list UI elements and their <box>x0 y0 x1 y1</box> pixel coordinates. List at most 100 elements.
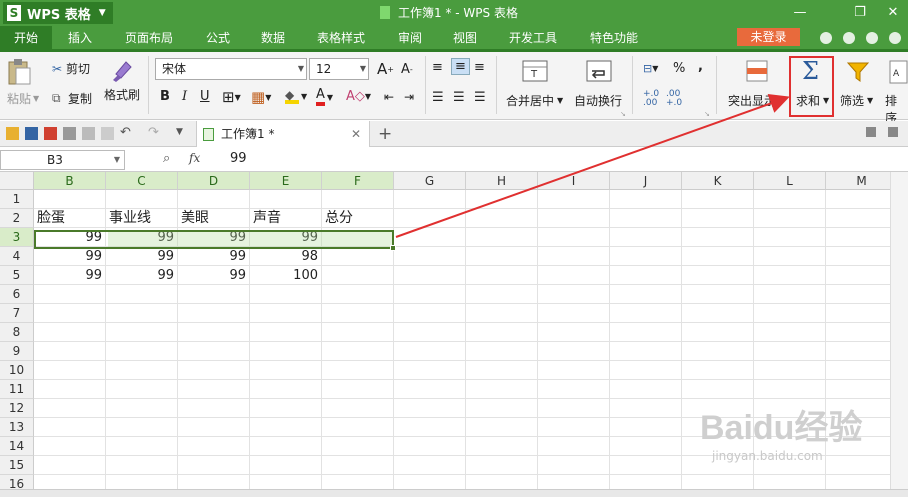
align-middle-icon[interactable]: ≡ <box>451 58 470 75</box>
align-top-icon[interactable]: ≡ <box>432 60 443 75</box>
cell-d13[interactable] <box>178 418 250 437</box>
cell-d8[interactable] <box>178 323 250 342</box>
cell-d10[interactable] <box>178 361 250 380</box>
column-header-b[interactable]: B <box>34 172 106 190</box>
cell-h1[interactable] <box>466 190 538 209</box>
cell-h8[interactable] <box>466 323 538 342</box>
cell-h11[interactable] <box>466 380 538 399</box>
tab-review[interactable]: 审阅 <box>388 26 432 49</box>
row-header-5[interactable]: 5 <box>0 266 34 285</box>
cell-k13[interactable] <box>682 418 754 437</box>
cell-e14[interactable] <box>250 437 322 456</box>
cell-d7[interactable] <box>178 304 250 323</box>
cell-g14[interactable] <box>394 437 466 456</box>
column-header-c[interactable]: C <box>106 172 178 190</box>
cell-f11[interactable] <box>322 380 394 399</box>
tab-insert[interactable]: 插入 <box>58 26 102 49</box>
cell-k3[interactable] <box>682 228 754 247</box>
help-icon[interactable] <box>889 32 901 44</box>
row-header-11[interactable]: 11 <box>0 380 34 399</box>
clear-format-button[interactable]: A◇ ▼ <box>346 89 371 104</box>
new-tab-button[interactable]: + <box>378 124 392 144</box>
thousands-separator-icon[interactable]: , <box>698 59 703 74</box>
cell-e10[interactable] <box>250 361 322 380</box>
indent-increase-icon[interactable]: ⇥ <box>404 90 414 104</box>
cell-j11[interactable] <box>610 380 682 399</box>
cell-d4[interactable]: 99 <box>178 247 250 266</box>
cell-e5[interactable]: 100 <box>250 266 322 285</box>
cut-button[interactable]: ✂ 剪切 <box>52 60 90 77</box>
cell-c12[interactable] <box>106 399 178 418</box>
close-icon[interactable]: ✕ <box>878 0 908 26</box>
cell-f16[interactable] <box>322 475 394 489</box>
cell-j10[interactable] <box>610 361 682 380</box>
column-header-f[interactable]: F <box>322 172 394 190</box>
cell-l6[interactable] <box>754 285 826 304</box>
row-header-8[interactable]: 8 <box>0 323 34 342</box>
cell-b8[interactable] <box>34 323 106 342</box>
cell-g8[interactable] <box>394 323 466 342</box>
cell-m2[interactable] <box>826 209 890 228</box>
vertical-scrollbar[interactable] <box>890 172 908 489</box>
row-header-3[interactable]: 3 <box>0 228 34 247</box>
cell-b14[interactable] <box>34 437 106 456</box>
row-header-13[interactable]: 13 <box>0 418 34 437</box>
cell-h15[interactable] <box>466 456 538 475</box>
cell-h12[interactable] <box>466 399 538 418</box>
cell-g9[interactable] <box>394 342 466 361</box>
cell-m12[interactable] <box>826 399 890 418</box>
cell-j4[interactable] <box>610 247 682 266</box>
shirt-icon[interactable] <box>866 32 878 44</box>
cell-i5[interactable] <box>538 266 610 285</box>
cell-g7[interactable] <box>394 304 466 323</box>
borders-button[interactable]: ⊞ ▼ <box>222 88 241 106</box>
cell-h2[interactable] <box>466 209 538 228</box>
currency-format-button[interactable]: ⊟ ▼ <box>643 62 658 75</box>
cell-f7[interactable] <box>322 304 394 323</box>
underline-button[interactable]: U <box>200 89 210 104</box>
cell-b2[interactable]: 脸蛋 <box>34 209 106 228</box>
cell-m5[interactable] <box>826 266 890 285</box>
cell-style-button[interactable]: ▦ ▼ <box>251 88 271 106</box>
cell-m14[interactable] <box>826 437 890 456</box>
column-header-h[interactable]: H <box>466 172 538 190</box>
cell-c2[interactable]: 事业线 <box>106 209 178 228</box>
grow-font-button[interactable]: A + <box>377 60 394 78</box>
highlight-button[interactable]: 突出显示 ▼ <box>728 92 785 109</box>
cell-f6[interactable] <box>322 285 394 304</box>
cell-m16[interactable] <box>826 475 890 489</box>
wrap-text-button[interactable]: 自动换行 <box>574 92 622 109</box>
decrease-decimal-icon[interactable]: .00 +.0 <box>666 90 682 108</box>
cell-k9[interactable] <box>682 342 754 361</box>
open-folder-icon[interactable] <box>6 127 19 140</box>
minimize-icon[interactable]: — <box>785 0 815 26</box>
cell-k10[interactable] <box>682 361 754 380</box>
align-bottom-icon[interactable]: ≡ <box>474 60 485 75</box>
cell-f10[interactable] <box>322 361 394 380</box>
tab-developer[interactable]: 开发工具 <box>499 26 567 49</box>
cell-m9[interactable] <box>826 342 890 361</box>
export-pdf-icon[interactable] <box>44 127 57 140</box>
app-menu-button[interactable]: S WPS 表格 ▼ <box>3 2 113 24</box>
cell-k7[interactable] <box>682 304 754 323</box>
cell-e9[interactable] <box>250 342 322 361</box>
cell-m7[interactable] <box>826 304 890 323</box>
select-all-corner[interactable] <box>0 172 34 190</box>
cell-d16[interactable] <box>178 475 250 489</box>
row-header-7[interactable]: 7 <box>0 304 34 323</box>
window-icon[interactable] <box>866 127 876 137</box>
cell-h6[interactable] <box>466 285 538 304</box>
cell-j3[interactable] <box>610 228 682 247</box>
name-box[interactable]: B3 ▼ <box>0 150 125 170</box>
cell-e6[interactable] <box>250 285 322 304</box>
cell-i13[interactable] <box>538 418 610 437</box>
cell-g3[interactable] <box>394 228 466 247</box>
cell-b7[interactable] <box>34 304 106 323</box>
cell-l5[interactable] <box>754 266 826 285</box>
cell-g4[interactable] <box>394 247 466 266</box>
close-icon[interactable]: ✕ <box>351 121 361 147</box>
cell-m8[interactable] <box>826 323 890 342</box>
cell-b10[interactable] <box>34 361 106 380</box>
cell-i7[interactable] <box>538 304 610 323</box>
cell-g2[interactable] <box>394 209 466 228</box>
